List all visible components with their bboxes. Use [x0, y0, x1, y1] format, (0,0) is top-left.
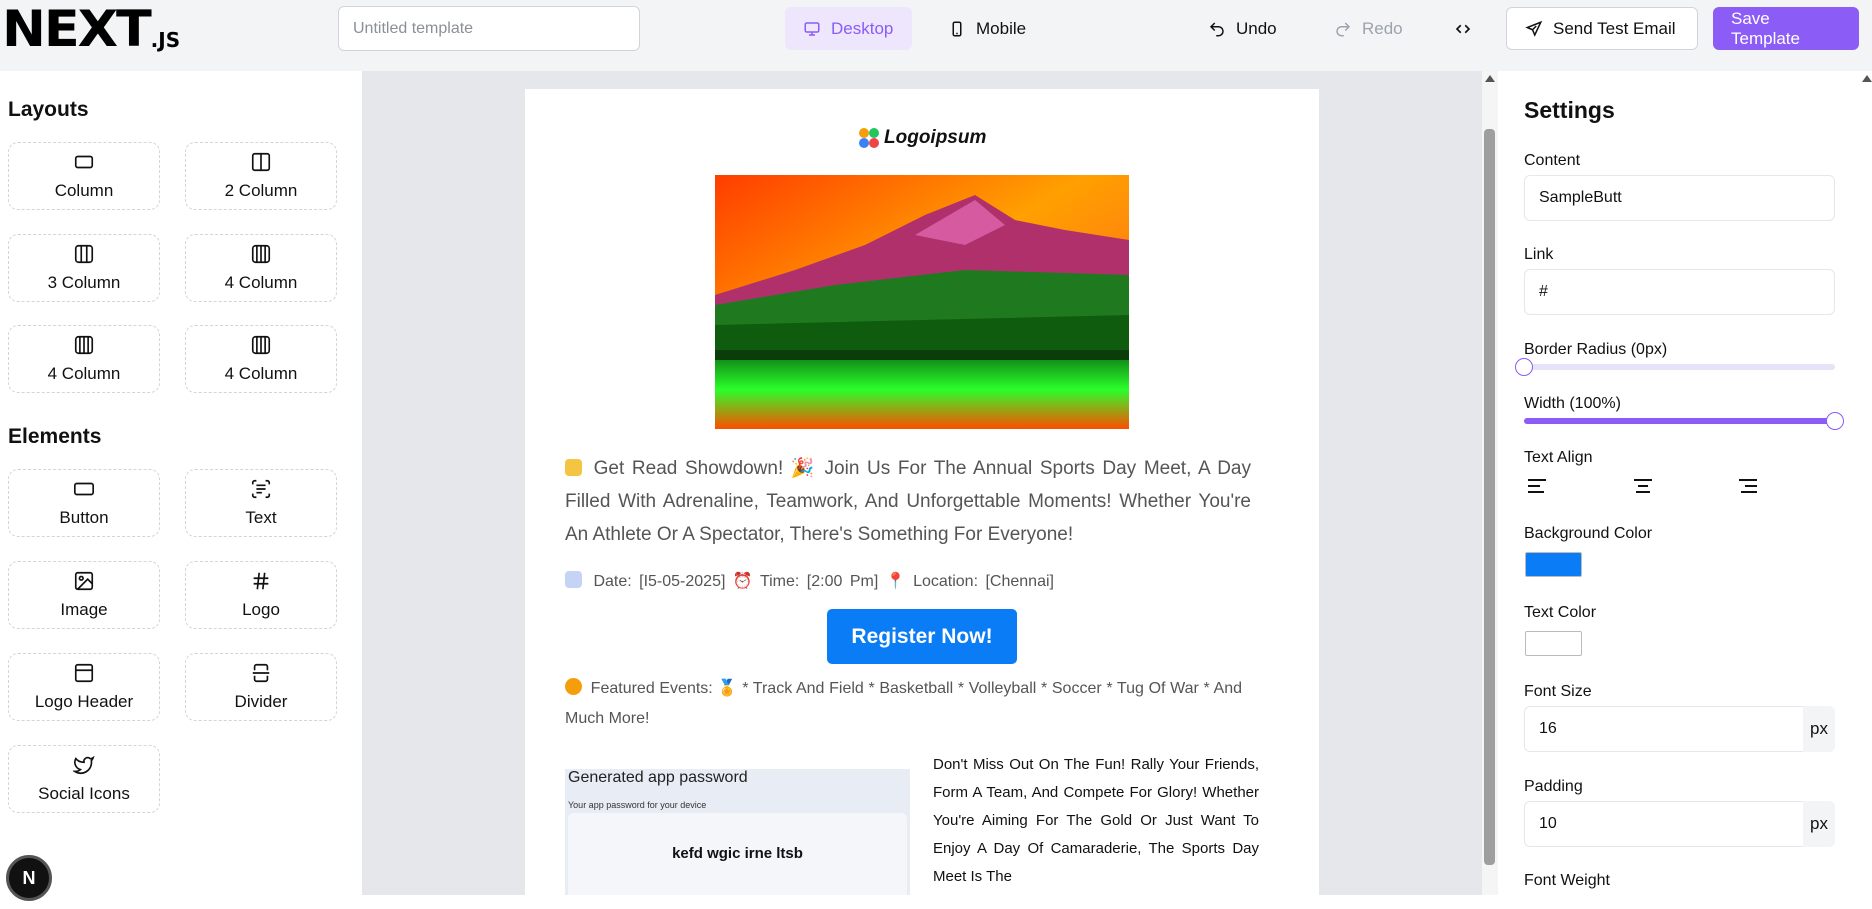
divider-icon	[252, 663, 270, 683]
align-right-icon[interactable]	[1736, 474, 1760, 498]
layouts-title: Layouts	[8, 98, 89, 121]
font-weight-label: Font Weight	[1524, 872, 1610, 889]
hero-image[interactable]	[715, 175, 1129, 429]
font-size-label: Font Size	[1524, 683, 1592, 700]
scroll-up-arrow-icon[interactable]	[1485, 75, 1495, 82]
text-color-swatch[interactable]	[1525, 631, 1582, 656]
border-radius-label: Border Radius (0px)	[1524, 341, 1668, 358]
padding-label: Padding	[1524, 778, 1583, 795]
image-icon	[74, 571, 94, 591]
element-image[interactable]: Image	[8, 561, 160, 629]
scrollbar-thumb[interactable]	[1484, 129, 1495, 865]
element-logo[interactable]: Logo	[185, 561, 337, 629]
content-label: Content	[1524, 152, 1581, 169]
padding-input[interactable]: 10	[1524, 801, 1804, 847]
elements-title: Elements	[8, 425, 102, 448]
four-column-icon	[74, 335, 94, 355]
email-featured-text[interactable]: Featured Events: 🏅 * Track And Field * B…	[565, 674, 1242, 734]
slider-fill	[1524, 418, 1835, 424]
redo-icon	[1336, 21, 1351, 36]
button-icon	[74, 482, 94, 496]
text-color-label: Text Color	[1524, 604, 1597, 621]
content-input[interactable]: SampleButt	[1524, 175, 1835, 221]
layout-four-column[interactable]: 4 Column	[8, 325, 160, 393]
layout-four-column[interactable]: 4 Column	[185, 325, 337, 393]
element-logo-header[interactable]: Logo Header	[8, 653, 160, 721]
border-radius-slider[interactable]	[1515, 358, 1835, 376]
twitter-icon	[73, 755, 95, 775]
app-password-screenshot[interactable]: Generated app password Your app password…	[565, 769, 910, 895]
top-bar: NEXT .JS Desktop Mobile Undo Redo Send T…	[0, 0, 1872, 71]
logo-header-icon	[74, 663, 94, 683]
nextjs-dev-badge[interactable]: N	[6, 855, 52, 901]
send-test-email-button[interactable]: Send Test Email	[1506, 7, 1698, 50]
layout-four-column[interactable]: 4 Column	[185, 234, 337, 302]
four-column-icon	[251, 244, 271, 264]
email-side-text[interactable]: Don't Miss Out On The Fun! Rally Your Fr…	[933, 751, 1259, 891]
mobile-view-button[interactable]: Mobile	[930, 7, 1044, 50]
column-icon	[74, 155, 94, 169]
email-headline-text[interactable]: Get Read Showdown! 🎉 Join Us For The Ann…	[565, 452, 1251, 551]
party-popper-icon	[565, 459, 582, 476]
redo-button[interactable]: Redo	[1316, 7, 1421, 50]
three-column-icon	[74, 244, 94, 264]
align-center-icon[interactable]	[1631, 474, 1655, 498]
smartphone-icon	[952, 21, 962, 36]
email-logo[interactable]: Logoipsum	[858, 127, 986, 149]
four-column-icon	[251, 335, 271, 355]
send-icon	[1525, 20, 1543, 37]
calendar-icon	[565, 571, 582, 588]
template-title-input[interactable]	[338, 6, 640, 51]
email-details-text[interactable]: Date: [I5-05-2025] ⏰ Time: [2:00 Pm] 📍 L…	[565, 571, 1251, 591]
layout-column[interactable]: Column	[8, 142, 160, 210]
font-size-input[interactable]: 16	[1524, 706, 1804, 752]
padding-unit: px	[1803, 801, 1835, 847]
text-align-label: Text Align	[1524, 449, 1593, 466]
slider-knob[interactable]	[1515, 358, 1533, 376]
background-color-swatch[interactable]	[1525, 552, 1582, 577]
desktop-view-button[interactable]: Desktop	[785, 7, 912, 50]
two-column-icon	[251, 152, 271, 172]
undo-icon	[1209, 21, 1224, 36]
save-template-button[interactable]: Save Template	[1713, 7, 1859, 50]
link-label: Link	[1524, 246, 1554, 263]
scroll-up-arrow-icon[interactable]	[1862, 75, 1872, 82]
layout-three-column[interactable]: 3 Column	[8, 234, 160, 302]
layout-two-column[interactable]: 2 Column	[185, 142, 337, 210]
register-now-button[interactable]: Register Now!	[827, 609, 1017, 664]
monitor-icon	[804, 21, 820, 36]
text-icon	[251, 479, 271, 499]
password-card: kefd wgic irne ltsb	[568, 813, 907, 895]
logo-icon	[253, 572, 269, 590]
settings-scrollbar[interactable]	[1856, 71, 1872, 895]
canvas-scrollbar[interactable]	[1482, 71, 1498, 895]
nextjs-logo: NEXT .JS	[2, 0, 181, 58]
code-view-button[interactable]	[1440, 7, 1486, 50]
medal-icon	[565, 678, 582, 695]
element-text[interactable]: Text	[185, 469, 337, 537]
logoipsum-mark-icon	[859, 128, 879, 148]
code-icon	[1455, 24, 1471, 33]
align-left-icon[interactable]	[1525, 474, 1549, 498]
element-button[interactable]: Button	[8, 469, 160, 537]
font-size-unit: px	[1803, 706, 1835, 752]
width-slider[interactable]	[1524, 412, 1844, 430]
undo-button[interactable]: Undo	[1190, 7, 1295, 50]
background-color-label: Background Color	[1524, 525, 1653, 542]
link-input[interactable]: #	[1524, 269, 1835, 315]
element-divider[interactable]: Divider	[185, 653, 337, 721]
settings-title: Settings	[1524, 97, 1615, 123]
width-label: Width (100%)	[1524, 395, 1621, 412]
slider-knob[interactable]	[1826, 412, 1844, 430]
element-social-icons[interactable]: Social Icons	[8, 745, 160, 813]
